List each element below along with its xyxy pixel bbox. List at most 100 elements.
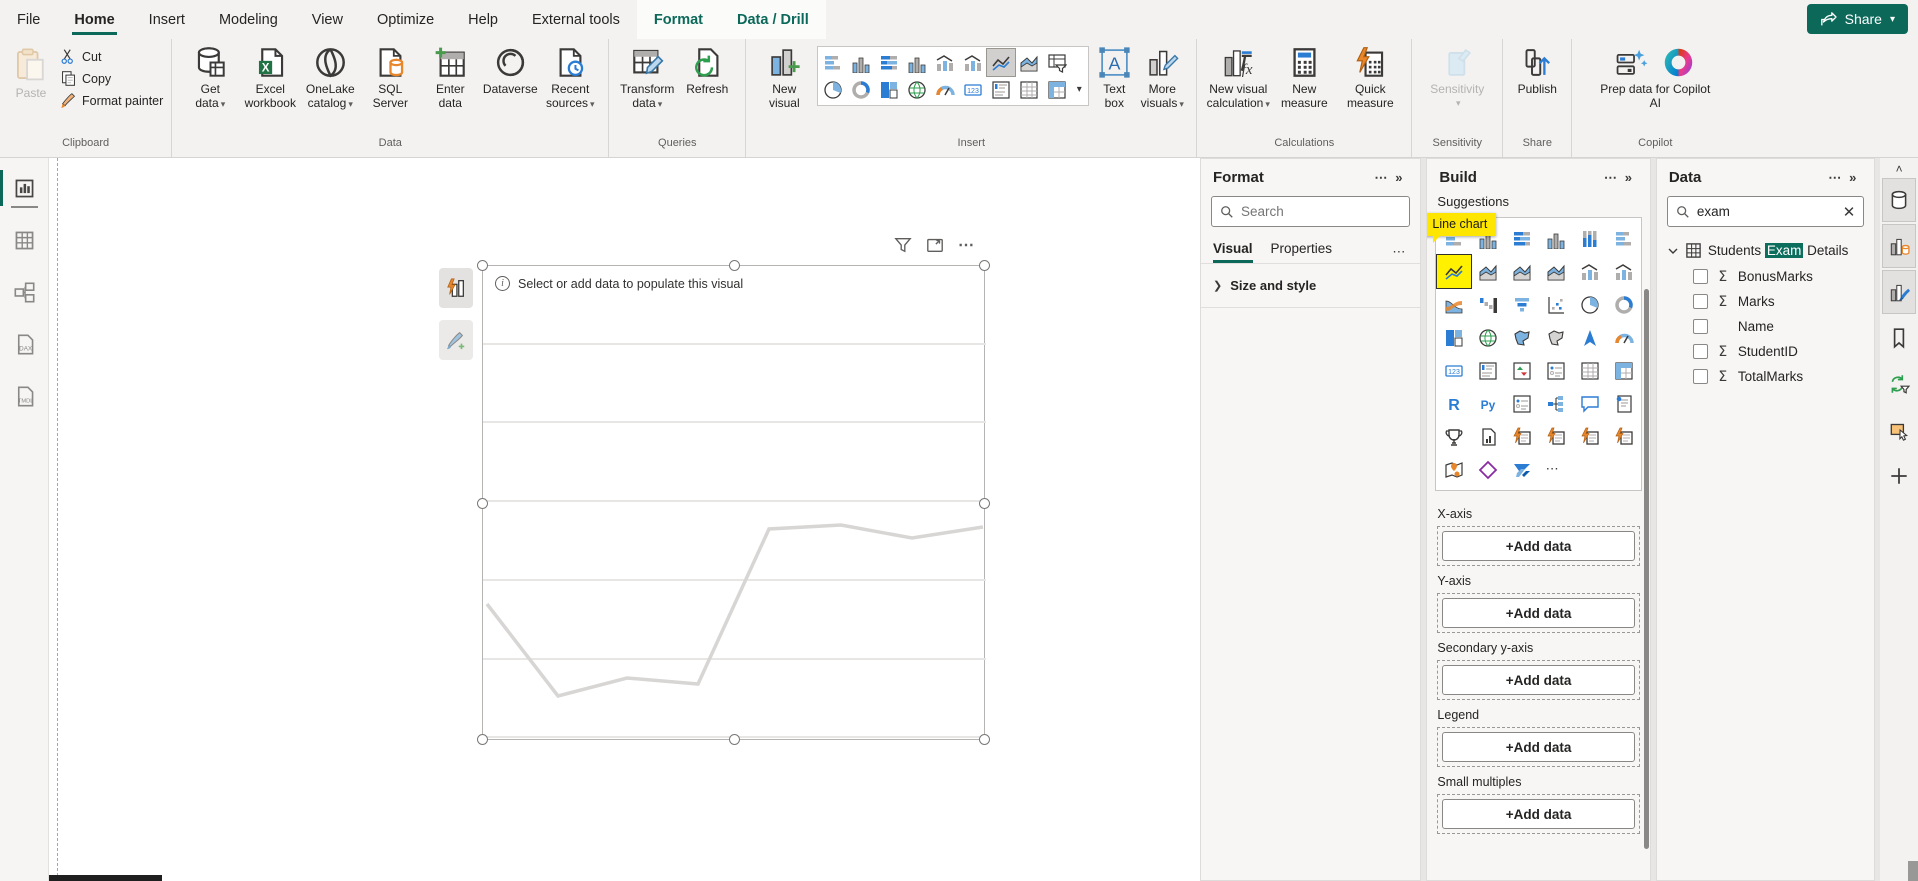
chevron-down-icon[interactable] [1667, 245, 1679, 257]
treemap-gallery-item[interactable] [1437, 321, 1471, 354]
publish-button[interactable]: Publish [1511, 46, 1563, 96]
menu-tab[interactable]: Insert [132, 0, 202, 39]
menu-tab[interactable]: Home [57, 0, 131, 39]
ribbon-button[interactable]: Enter data▾ [420, 46, 480, 110]
add-data-button[interactable]: +Add data [1442, 732, 1634, 762]
pie-chart-gallery-item[interactable] [819, 76, 847, 103]
smart-narrative-gallery-item[interactable] [1607, 387, 1641, 420]
scrollbar-corner[interactable] [1908, 861, 1918, 881]
funnel-table-chart-gallery-item[interactable] [1043, 49, 1071, 76]
resize-handle-w[interactable] [477, 498, 488, 509]
ribbon-button[interactable]: X Excel workbook▾ [240, 46, 300, 110]
add-data-button[interactable]: +Add data [1442, 531, 1634, 561]
more-options-ellipsis-icon[interactable]: ⋯ [1372, 170, 1390, 186]
add-data-button[interactable]: +Add data [1442, 665, 1634, 695]
table-gallery-item[interactable] [1573, 354, 1607, 387]
share-button[interactable]: Share ▾ [1807, 4, 1908, 34]
card-gallery-item[interactable]: 123 [1437, 354, 1471, 387]
text-box-button[interactable]: A Text box [1092, 46, 1136, 110]
line-chart-visual-placeholder[interactable]: ⋯ i Select or add data to populate this … [482, 265, 985, 740]
field-row[interactable]: Σ StudentID [1657, 339, 1874, 364]
ribbon-button[interactable]: New measure▾ [1271, 46, 1337, 110]
resize-handle-nw[interactable] [477, 260, 488, 271]
field-checkbox[interactable] [1693, 344, 1708, 359]
field-row[interactable]: Σ TotalMarks [1657, 364, 1874, 389]
format-pane-toggle-button[interactable] [1882, 270, 1916, 314]
line-clustered-column-chart-gallery-item[interactable] [959, 49, 987, 76]
resize-handle-s[interactable] [729, 734, 740, 745]
field-well-dropzone[interactable]: +Add data [1437, 660, 1639, 700]
build-pane-toggle-button[interactable] [1882, 224, 1916, 268]
quick-suggest-visual-button[interactable] [439, 268, 473, 308]
report-canvas[interactable]: ⋯ i Select or add data to populate this … [49, 158, 1200, 881]
field-well-dropzone[interactable]: +Add data [1437, 526, 1639, 566]
clipboard-small-button[interactable]: Copy [60, 70, 163, 87]
field-checkbox[interactable] [1693, 294, 1708, 309]
filled-map-gallery-item[interactable] [1505, 321, 1539, 354]
donut-chart-gallery-item[interactable] [1607, 288, 1641, 321]
view-rail-item[interactable]: TMDL [0, 374, 49, 418]
parameter-slicer-gallery-item[interactable] [1505, 387, 1539, 420]
clustered-bar-chart-gallery-item[interactable] [1607, 222, 1641, 255]
collapse-pane-icon[interactable]: » [1844, 170, 1862, 186]
resize-handle-n[interactable] [729, 260, 740, 271]
view-rail-item[interactable] [0, 270, 49, 314]
add-pane-button[interactable] [1882, 454, 1916, 498]
line-chart-gallery-item[interactable] [1437, 255, 1471, 288]
python-visual-gallery-item[interactable]: Py [1471, 387, 1505, 420]
data-search-input[interactable] [1697, 204, 1836, 219]
stacked-area-chart-gallery-item[interactable] [1505, 255, 1539, 288]
ribbon-button[interactable]: Transform data▾ [617, 46, 677, 111]
paginated-report-gallery-item[interactable] [1471, 420, 1505, 453]
matrix-gallery-item[interactable] [1607, 354, 1641, 387]
resize-handle-e[interactable] [979, 498, 990, 509]
ribbon-chart-gallery-item[interactable] [1437, 288, 1471, 321]
waterfall-chart-gallery-item[interactable] [1471, 288, 1505, 321]
paste-button[interactable]: Paste [8, 46, 54, 100]
more-options-ellipsis-icon[interactable]: ⋯ [958, 236, 976, 254]
format-search-box[interactable] [1211, 196, 1410, 227]
map-gallery-item[interactable] [903, 76, 931, 103]
slicer-gallery-item[interactable] [1539, 354, 1573, 387]
100-stacked-area-chart-gallery-item[interactable] [1539, 255, 1573, 288]
size-and-style-section[interactable]: ❯ Size and style [1201, 264, 1420, 307]
ribbon-button[interactable]: OneLake catalog▾ [300, 46, 360, 111]
azure-map-gallery-item[interactable] [1573, 321, 1607, 354]
collapse-chevron-icon[interactable]: ˄ [1896, 160, 1903, 178]
map-gallery-item[interactable] [1471, 321, 1505, 354]
kpi-gallery-item[interactable] [1505, 354, 1539, 387]
field-checkbox[interactable] [1693, 369, 1708, 384]
multi-row-card-gallery-item[interactable] [1471, 354, 1505, 387]
add-data-button[interactable]: +Add data [1442, 799, 1634, 829]
menu-tab[interactable]: Format [637, 0, 720, 39]
donut-chart-gallery-item[interactable] [847, 76, 875, 103]
menu-tab[interactable]: Optimize [360, 0, 451, 39]
resize-handle-sw[interactable] [477, 734, 488, 745]
field-checkbox[interactable] [1693, 319, 1708, 334]
treemap-gallery-item[interactable] [875, 76, 903, 103]
field-well-dropzone[interactable]: +Add data [1437, 593, 1639, 633]
pie-chart-gallery-item[interactable] [1573, 288, 1607, 321]
resize-handle-se[interactable] [979, 734, 990, 745]
matrix-gallery-item[interactable] [1043, 76, 1071, 103]
data-pane-toggle-button[interactable] [1882, 178, 1916, 222]
clear-search-icon[interactable]: ✕ [1843, 203, 1856, 221]
prep-data-copilot-button[interactable]: Prep data for Copilot AI [1580, 46, 1730, 110]
menu-tab[interactable]: Data / Drill [720, 0, 826, 39]
table-tree-item[interactable]: Students Exam Details [1657, 237, 1874, 264]
ribbon-button[interactable]: SQL Server▾ [360, 46, 420, 110]
field-well-dropzone[interactable]: +Add data [1437, 794, 1639, 834]
ribbon-button[interactable]: Recent sources▾ [540, 46, 600, 111]
gauge-gallery-item[interactable] [1607, 321, 1641, 354]
stacked-bar-chart-gallery-item[interactable] [819, 49, 847, 76]
format-search-input[interactable] [1241, 204, 1401, 219]
more-visuals-dots[interactable]: ⋯ [1539, 453, 1573, 486]
gauge-gallery-item[interactable] [931, 76, 959, 103]
format-suggestions-button[interactable] [439, 320, 473, 360]
bookmarks-button[interactable] [1882, 316, 1916, 360]
view-rail-item[interactable] [0, 218, 49, 262]
field-row[interactable]: Σ BonusMarks [1657, 264, 1874, 289]
format-pane-tab[interactable]: Properties [1271, 241, 1333, 263]
sensitivity-button[interactable]: Sensitivity ▾ [1420, 46, 1494, 110]
metrics-gallery-item[interactable] [1437, 420, 1471, 453]
